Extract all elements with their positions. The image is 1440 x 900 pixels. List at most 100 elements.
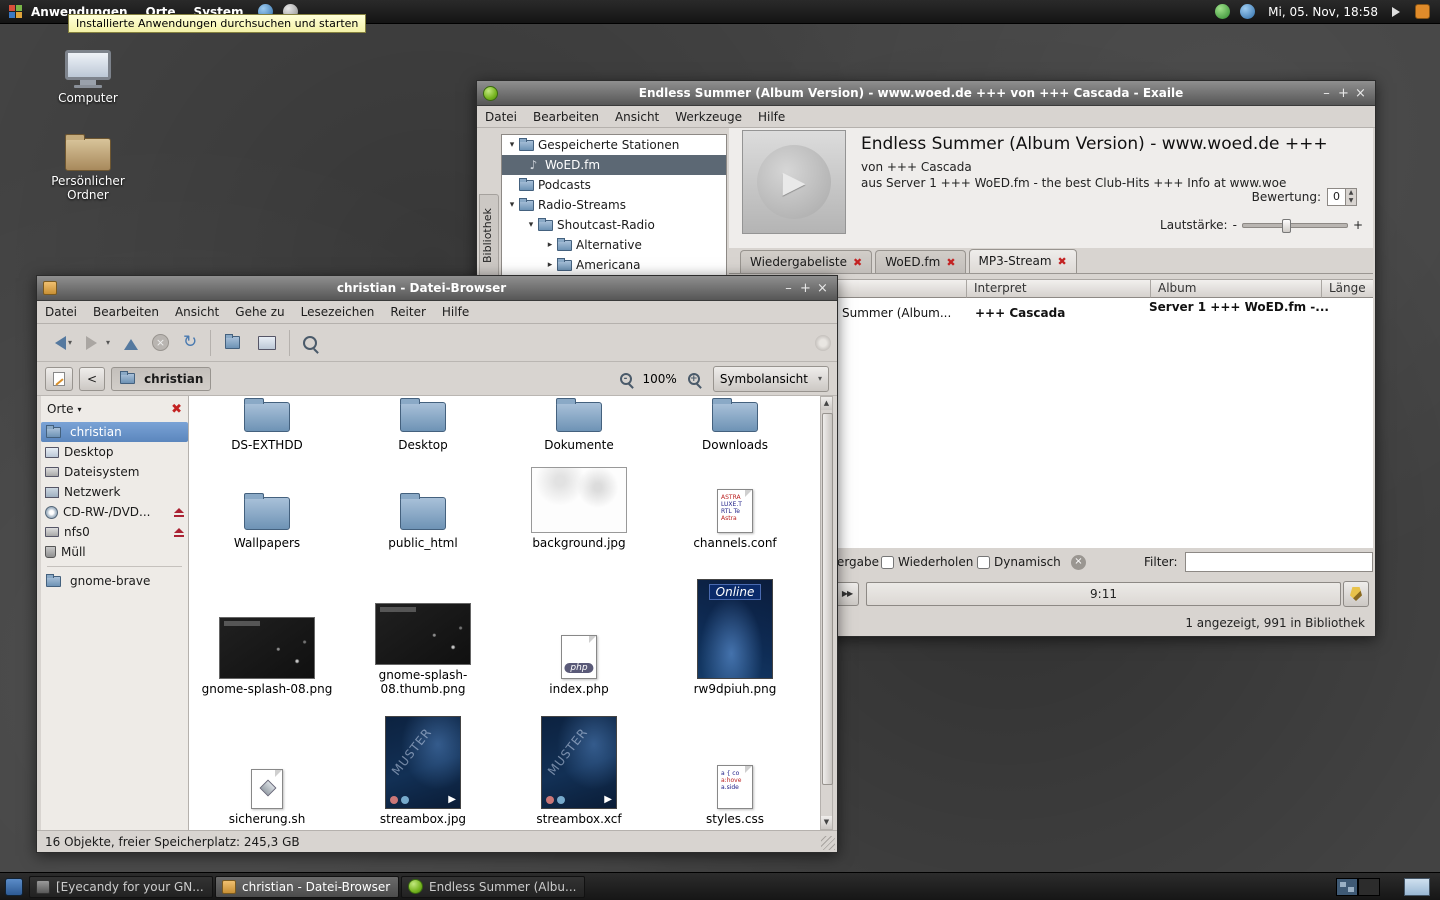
view-mode-select[interactable]: Symbolansicht xyxy=(713,366,829,392)
place-dateisystem[interactable]: Dateisystem xyxy=(41,462,188,482)
menu-gehe-zu[interactable]: Gehe zu xyxy=(227,302,292,322)
column-album[interactable]: Album xyxy=(1151,279,1322,298)
place-netzwerk[interactable]: Netzwerk xyxy=(41,482,188,502)
workspace-switcher[interactable] xyxy=(1336,878,1380,896)
menu-bearbeiten[interactable]: Bearbeiten xyxy=(525,107,607,127)
tree-item-radio-streams[interactable]: Radio-Streams xyxy=(502,195,726,215)
forward-button[interactable] xyxy=(81,329,115,357)
stop-button[interactable]: × xyxy=(147,329,174,357)
place-nfs0[interactable]: nfs0 xyxy=(41,522,188,542)
tree-item-gespeicherte-stationen[interactable]: Gespeicherte Stationen xyxy=(502,135,726,155)
place-desktop[interactable]: Desktop xyxy=(41,442,188,462)
tree-item-alternative[interactable]: Alternative xyxy=(502,235,726,255)
file-channels-conf[interactable]: ASTRA LUXE.T RTL Te Astra channels.conf xyxy=(657,460,813,550)
maximize-button[interactable]: + xyxy=(1335,85,1352,102)
menu-hilfe[interactable]: Hilfe xyxy=(434,302,477,322)
vertical-scrollbar[interactable]: ▲ ▼ xyxy=(820,396,833,830)
eject-icon[interactable] xyxy=(174,528,184,537)
taskbar-launcher-icon[interactable] xyxy=(5,878,23,896)
expander-icon[interactable] xyxy=(544,260,556,270)
menu-ansicht[interactable]: Ansicht xyxy=(607,107,667,127)
expander-icon[interactable] xyxy=(506,140,518,150)
menu-datei[interactable]: Datei xyxy=(477,107,525,127)
close-button[interactable]: × xyxy=(1352,85,1369,102)
volume-plus[interactable]: + xyxy=(1353,218,1363,232)
resize-grip[interactable] xyxy=(821,836,835,850)
updates-icon[interactable] xyxy=(1415,4,1430,19)
volume-icon[interactable] xyxy=(1392,7,1405,17)
exaile-titlebar[interactable]: Endless Summer (Album Version) - www.woe… xyxy=(477,81,1375,106)
volume-slider[interactable] xyxy=(1242,223,1348,228)
sidebar-tab-bibliothek[interactable]: Bibliothek xyxy=(479,194,499,278)
scroll-up-icon[interactable]: ▲ xyxy=(821,397,832,410)
close-button[interactable]: × xyxy=(814,280,831,297)
task-exaile[interactable]: Endless Summer (Albu... xyxy=(401,876,585,898)
edit-location-button[interactable] xyxy=(45,367,73,391)
seek-bar[interactable]: 9:11 xyxy=(866,582,1341,606)
desktop-icon-computer[interactable]: Computer xyxy=(33,50,143,105)
show-desktop-button[interactable] xyxy=(1404,878,1430,896)
scroll-down-icon[interactable]: ▼ xyxy=(821,816,832,829)
clear-playlist-icon[interactable]: × xyxy=(1071,555,1086,570)
scrollbar-thumb[interactable] xyxy=(822,413,833,785)
file-gnome-splash-thumb-png[interactable]: gnome-splash-08.thumb.png xyxy=(345,562,501,696)
tree-item-podcasts[interactable]: Podcasts xyxy=(502,175,726,195)
zoom-in-button[interactable]: + xyxy=(683,365,705,393)
network-status-icon[interactable] xyxy=(1215,4,1230,19)
breadcrumb-christian[interactable]: christian xyxy=(111,367,211,391)
file-desktop[interactable]: Desktop xyxy=(345,396,501,452)
home-button[interactable] xyxy=(219,329,249,357)
status-icon[interactable] xyxy=(1240,4,1255,19)
minimize-button[interactable]: – xyxy=(1318,85,1335,102)
file-index-php[interactable]: php index.php xyxy=(501,562,657,696)
applications-menu-icon[interactable] xyxy=(8,5,22,19)
search-button[interactable] xyxy=(298,329,322,357)
expander-icon[interactable] xyxy=(506,200,518,210)
clear-button[interactable] xyxy=(1343,581,1369,607)
tab-close-icon[interactable] xyxy=(946,255,955,269)
file-wallpapers[interactable]: Wallpapers xyxy=(189,460,345,550)
tab-woedfm[interactable]: WoED.fm xyxy=(875,250,965,273)
spinner-arrows-icon[interactable]: ▲▼ xyxy=(1345,189,1356,205)
minimize-button[interactable]: – xyxy=(780,280,797,297)
clock[interactable]: Mi, 05. Nov, 18:58 xyxy=(1260,5,1386,19)
tab-mp3-stream[interactable]: MP3-Stream xyxy=(969,249,1077,273)
file-grid[interactable]: DS-EXTHDD Desktop Dokumente Downloads xyxy=(189,396,820,830)
place-cdrw-dvd[interactable]: CD-RW-/DVD... xyxy=(41,502,188,522)
tree-item-woedfm[interactable]: ♪ WoED.fm xyxy=(502,155,726,175)
filebrowser-titlebar[interactable]: christian - Datei-Browser – + × xyxy=(37,276,837,301)
filter-input[interactable] xyxy=(1185,552,1373,572)
tree-item-shoutcast-radio[interactable]: Shoutcast-Radio xyxy=(502,215,726,235)
zoom-out-button[interactable]: - xyxy=(615,365,637,393)
places-header[interactable]: Orte ▾ ✖ xyxy=(41,396,188,422)
tab-wiedergabeliste[interactable]: Wiedergabeliste xyxy=(740,250,872,273)
reload-button[interactable]: ↻ xyxy=(178,329,202,357)
file-sicherung-sh[interactable]: sicherung.sh xyxy=(189,702,345,826)
eject-icon[interactable] xyxy=(174,508,184,517)
file-ds-exthdd[interactable]: DS-EXTHDD xyxy=(189,396,345,452)
menu-hilfe[interactable]: Hilfe xyxy=(750,107,793,127)
crumb-left-button[interactable]: < xyxy=(79,367,105,391)
next-track-button[interactable] xyxy=(835,582,859,606)
file-streambox-jpg[interactable]: MUSTER ▶ streambox.jpg xyxy=(345,702,501,826)
place-muell[interactable]: Müll xyxy=(41,542,188,562)
column-interpret[interactable]: Interpret xyxy=(967,279,1151,298)
tab-close-icon[interactable] xyxy=(853,255,862,269)
column-laenge[interactable]: Länge xyxy=(1322,279,1373,298)
volume-slider-thumb[interactable] xyxy=(1282,219,1291,233)
task-filebrowser[interactable]: christian - Datei-Browser xyxy=(215,876,399,898)
up-button[interactable] xyxy=(119,329,143,357)
tab-close-icon[interactable] xyxy=(1058,254,1067,268)
expander-icon[interactable] xyxy=(544,240,556,250)
rating-spinbox[interactable]: 0 ▲▼ xyxy=(1327,188,1357,206)
file-public-html[interactable]: public_html xyxy=(345,460,501,550)
repeat-checkbox[interactable] xyxy=(881,556,894,569)
file-streambox-xcf[interactable]: MUSTER ▶ streambox.xcf xyxy=(501,702,657,826)
menu-werkzeuge[interactable]: Werkzeuge xyxy=(667,107,750,127)
file-styles-css[interactable]: a { co a:hove a.side styles.css xyxy=(657,702,813,826)
file-rw9dpiuh-png[interactable]: Online rw9dpiuh.png xyxy=(657,562,813,696)
place-christian[interactable]: christian xyxy=(41,422,188,442)
desktop-icon-home[interactable]: Persönlicher Ordner xyxy=(33,132,143,202)
maximize-button[interactable]: + xyxy=(797,280,814,297)
back-button[interactable] xyxy=(43,329,77,357)
